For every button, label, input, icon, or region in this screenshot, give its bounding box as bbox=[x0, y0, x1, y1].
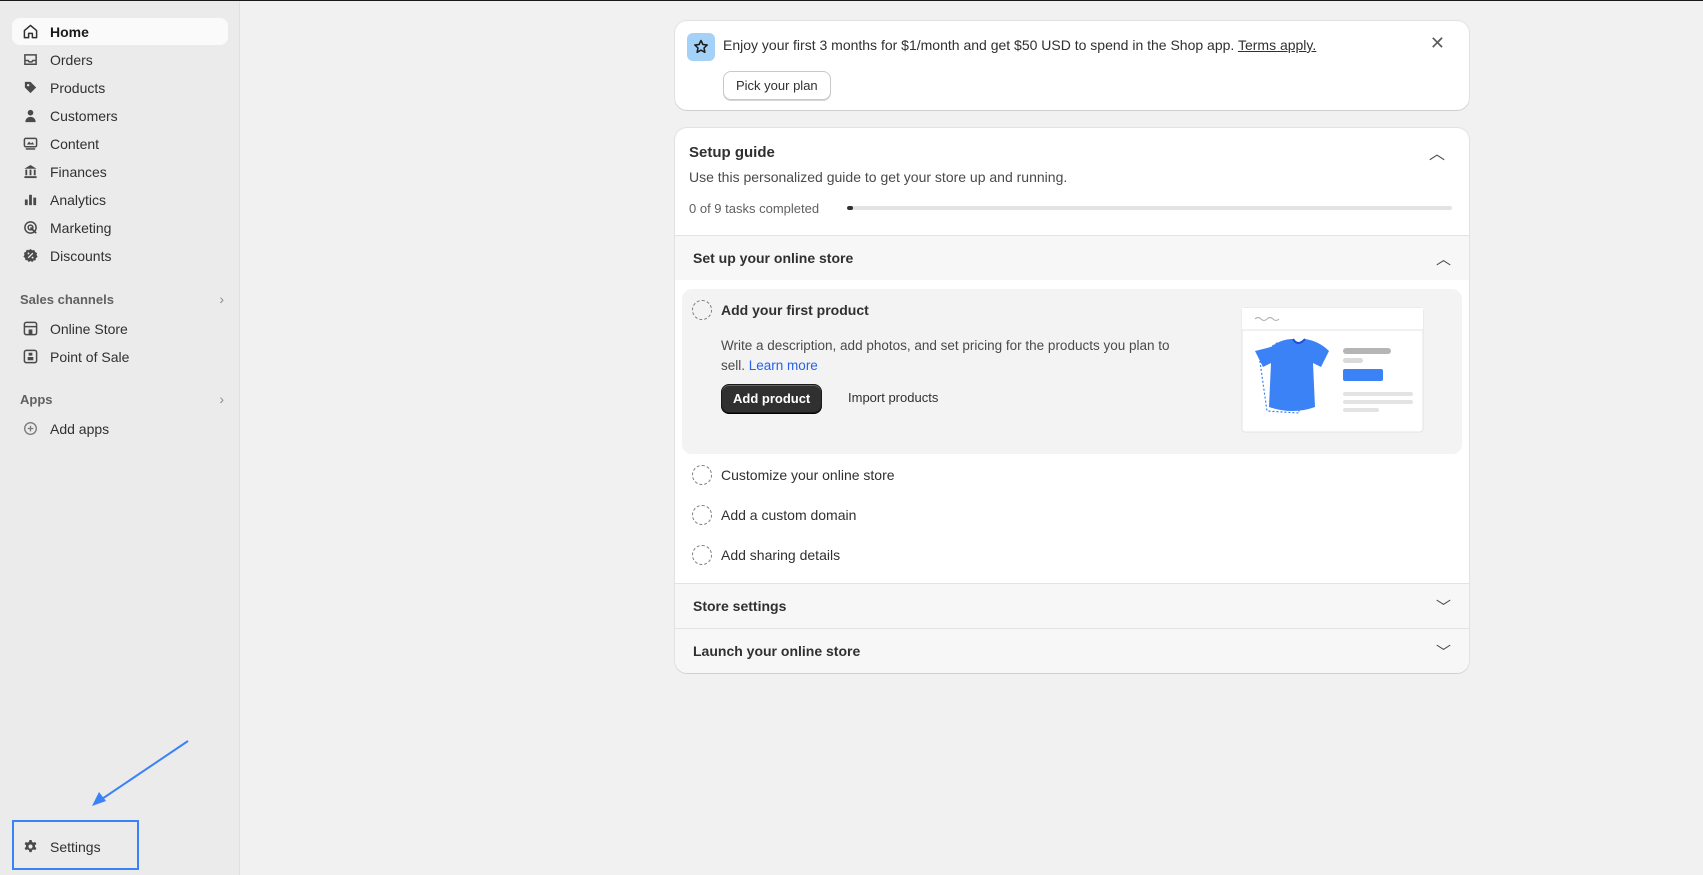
sidebar-item-label: Finances bbox=[50, 163, 107, 180]
sidebar-item-orders[interactable]: Orders bbox=[12, 46, 228, 73]
pos-icon bbox=[22, 349, 38, 365]
section-online-store[interactable]: Set up your online store ︿ bbox=[675, 235, 1469, 280]
home-icon bbox=[22, 24, 38, 40]
apps-header[interactable]: Apps › bbox=[20, 389, 224, 409]
terms-link[interactable]: Terms apply. bbox=[1238, 37, 1316, 53]
star-icon bbox=[687, 33, 715, 61]
task-add-first-product: Add your first product Write a descripti… bbox=[682, 289, 1462, 454]
sidebar-item-online-store[interactable]: Online Store bbox=[12, 315, 228, 342]
sidebar-item-label: Discounts bbox=[50, 247, 112, 264]
sidebar-item-marketing[interactable]: Marketing bbox=[12, 214, 228, 241]
sidebar-item-customers[interactable]: Customers bbox=[12, 102, 228, 129]
sales-channels-header[interactable]: Sales channels › bbox=[20, 289, 224, 309]
discount-badge-icon bbox=[22, 248, 38, 264]
sidebar-item-analytics[interactable]: Analytics bbox=[12, 186, 228, 213]
inbox-icon bbox=[22, 52, 38, 68]
gear-icon bbox=[22, 839, 38, 855]
close-icon[interactable]: ✕ bbox=[1430, 33, 1445, 54]
chevron-up-icon: ︿ bbox=[1435, 250, 1451, 268]
top-border bbox=[0, 0, 1703, 1]
storefront-icon bbox=[22, 321, 38, 337]
banner-message: Enjoy your first 3 months for $1/month a… bbox=[723, 37, 1316, 53]
chevron-right-icon: › bbox=[219, 391, 224, 407]
tag-icon bbox=[22, 80, 38, 96]
sidebar-item-point-of-sale[interactable]: Point of Sale bbox=[12, 343, 228, 370]
sidebar-item-settings[interactable]: Settings bbox=[12, 833, 228, 860]
learn-more-link[interactable]: Learn more bbox=[749, 358, 818, 373]
setup-guide-card: Setup guide ︿ Use this personalized guid… bbox=[675, 128, 1469, 673]
section-store-settings[interactable]: Store settings ﹀ bbox=[675, 583, 1469, 628]
chevron-down-icon: ﹀ bbox=[1435, 598, 1451, 616]
sidebar: Home Orders Products Customers Content F… bbox=[0, 1, 240, 875]
progress-bar bbox=[847, 206, 1452, 210]
sales-channels-heading: Sales channels bbox=[20, 291, 114, 307]
target-icon bbox=[22, 220, 38, 236]
person-icon bbox=[22, 108, 38, 124]
task-title[interactable]: Add sharing details bbox=[721, 547, 840, 563]
task-status-circle[interactable] bbox=[692, 505, 712, 525]
sidebar-item-label: Point of Sale bbox=[50, 348, 130, 365]
plus-circle-icon bbox=[22, 421, 38, 437]
setup-guide-subtitle: Use this personalized guide to get your … bbox=[689, 169, 1068, 185]
task-title[interactable]: Add a custom domain bbox=[721, 507, 856, 523]
progress-text: 0 of 9 tasks completed bbox=[689, 201, 820, 216]
product-illustration bbox=[1241, 307, 1424, 433]
bar-chart-icon bbox=[22, 192, 38, 208]
task-status-circle[interactable] bbox=[692, 545, 712, 565]
sidebar-item-label: Add apps bbox=[50, 420, 110, 437]
pick-plan-button[interactable]: Pick your plan bbox=[723, 71, 831, 100]
add-product-button[interactable]: Add product bbox=[721, 384, 823, 413]
sidebar-item-label: Home bbox=[50, 23, 89, 40]
sidebar-item-home[interactable]: Home bbox=[12, 18, 228, 45]
sidebar-item-products[interactable]: Products bbox=[12, 74, 228, 101]
sidebar-item-label: Customers bbox=[50, 107, 118, 124]
sidebar-item-label: Analytics bbox=[50, 191, 107, 208]
chevron-right-icon: › bbox=[219, 291, 224, 307]
banner-text: Enjoy your first 3 months for $1/month a… bbox=[723, 37, 1235, 53]
sidebar-item-label: Online Store bbox=[50, 320, 128, 337]
sidebar-item-add-apps[interactable]: Add apps bbox=[12, 415, 228, 442]
bank-icon bbox=[22, 164, 38, 180]
chevron-up-icon[interactable]: ︿ bbox=[1429, 140, 1445, 164]
section-title: Launch your online store bbox=[693, 643, 861, 659]
sidebar-item-content[interactable]: Content bbox=[12, 130, 228, 157]
section-title: Store settings bbox=[693, 598, 787, 614]
task-title[interactable]: Customize your online store bbox=[721, 467, 895, 483]
sidebar-item-label: Orders bbox=[50, 51, 93, 68]
task-status-circle[interactable] bbox=[692, 465, 712, 485]
task-title[interactable]: Add your first product bbox=[721, 302, 869, 318]
apps-heading: Apps bbox=[20, 391, 53, 407]
sidebar-item-label: Products bbox=[50, 79, 106, 96]
chevron-down-icon: ﹀ bbox=[1435, 643, 1451, 661]
setup-guide-title: Setup guide bbox=[689, 144, 775, 161]
task-description: Write a description, add photos, and set… bbox=[721, 336, 1191, 376]
progress-fill bbox=[847, 206, 854, 210]
sidebar-item-label: Settings bbox=[50, 838, 101, 855]
section-launch-store[interactable]: Launch your online store ﹀ bbox=[675, 628, 1469, 673]
section-title: Set up your online store bbox=[693, 250, 854, 266]
sidebar-item-discounts[interactable]: Discounts bbox=[12, 242, 228, 269]
content-icon bbox=[22, 136, 38, 152]
sidebar-item-finances[interactable]: Finances bbox=[12, 158, 228, 185]
promo-banner: Enjoy your first 3 months for $1/month a… bbox=[675, 21, 1469, 110]
import-products-button[interactable]: Import products bbox=[848, 390, 938, 405]
sidebar-item-label: Marketing bbox=[50, 219, 112, 236]
annotation-arrow bbox=[92, 740, 189, 806]
task-status-circle[interactable] bbox=[692, 300, 712, 320]
sidebar-item-label: Content bbox=[50, 135, 100, 152]
